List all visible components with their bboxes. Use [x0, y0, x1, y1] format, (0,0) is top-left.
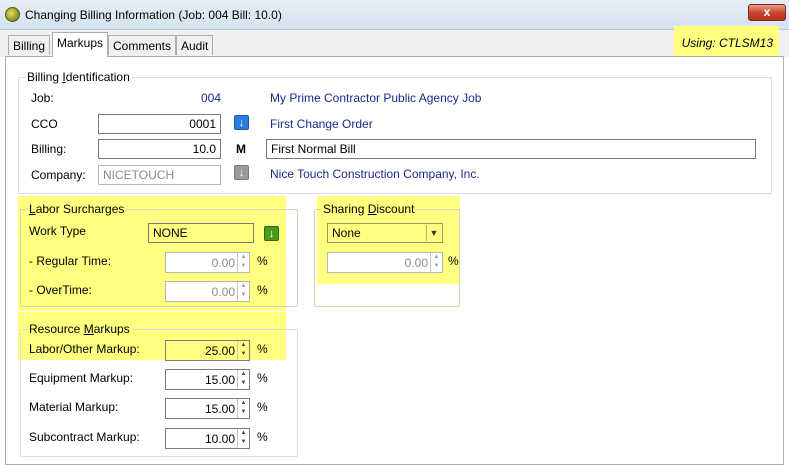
billing-label: Billing:	[31, 142, 67, 156]
material-markup-label: Material Markup:	[29, 400, 119, 414]
markups-panel: Billing Identification Job: 004 My Prime…	[5, 56, 784, 465]
spinner-arrows-icon: ▲ ▼	[430, 253, 442, 272]
subcontract-markup-spinner[interactable]: 10.00 ▲ ▼	[165, 428, 250, 449]
gray-down-arrow-icon: ↓	[234, 165, 249, 180]
spinner-arrows-icon[interactable]: ▲ ▼	[237, 399, 249, 418]
close-button[interactable]: x	[748, 4, 786, 21]
spinner-arrows-icon[interactable]: ▲ ▼	[237, 341, 249, 360]
company-label: Company:	[31, 168, 86, 182]
job-name: My Prime Contractor Public Agency Job	[270, 91, 482, 105]
equipment-markup-spinner[interactable]: 15.00 ▲ ▼	[165, 369, 250, 390]
equipment-markup-label: Equipment Markup:	[29, 371, 134, 385]
work-type-input[interactable]: NONE	[148, 223, 254, 243]
company-name: Nice Touch Construction Company, Inc.	[270, 167, 480, 181]
cco-name: First Change Order	[270, 117, 373, 131]
job-label: Job:	[31, 91, 54, 105]
work-type-label: Work Type	[29, 224, 86, 238]
labor-other-markup-percent: %	[257, 342, 268, 356]
cco-label: CCO	[31, 117, 58, 131]
subcontract-markup-percent: %	[257, 430, 268, 444]
tab-audit[interactable]: Audit	[176, 35, 214, 55]
equipment-markup-percent: %	[257, 371, 268, 385]
spinner-arrows-icon[interactable]: ▲ ▼	[237, 429, 249, 448]
spinner-arrows-icon: ▲ ▼	[237, 253, 249, 272]
green-down-arrow-icon[interactable]: ↓	[264, 226, 279, 241]
labor-surcharges-legend: Labor Surcharges	[27, 202, 127, 216]
spinner-arrows-icon: ▲ ▼	[237, 282, 249, 301]
labor-other-markup-spinner[interactable]: 25.00 ▲ ▼	[165, 340, 250, 361]
sharing-discount-percent: %	[448, 254, 459, 268]
cco-input[interactable]: 0001	[98, 114, 221, 134]
overtime-percent: %	[257, 283, 268, 297]
billing-input[interactable]: 10.0	[98, 139, 221, 159]
overtime-label: - OverTime:	[29, 283, 92, 297]
tab-bar: Billing Markups Comments Audit	[0, 30, 789, 57]
company-input: NICETOUCH	[98, 165, 221, 185]
window-title: Changing Billing Information (Job: 004 B…	[25, 8, 282, 22]
billing-identification-legend: Billing Identification	[25, 70, 132, 84]
app-icon	[5, 7, 20, 22]
material-markup-spinner[interactable]: 15.00 ▲ ▼	[165, 398, 250, 419]
billing-m-indicator: M	[236, 142, 246, 156]
tab-markups[interactable]: Markups	[52, 32, 109, 57]
job-value: 004	[201, 91, 222, 105]
tab-billing[interactable]: Billing	[8, 35, 51, 55]
chevron-down-icon[interactable]: ▼	[426, 225, 441, 241]
title-bar: Changing Billing Information (Job: 004 B…	[0, 0, 789, 30]
tab-comments[interactable]: Comments	[108, 35, 177, 55]
material-markup-percent: %	[257, 400, 268, 414]
sharing-discount-legend: Sharing Discount	[321, 202, 417, 216]
labor-other-markup-label: Labor/Other Markup:	[29, 342, 140, 356]
blue-down-arrow-icon[interactable]: ↓	[234, 115, 249, 130]
sharing-discount-select[interactable]: None ▼	[327, 223, 443, 243]
regular-time-label: - Regular Time:	[29, 254, 112, 268]
resource-markups-legend: Resource Markups	[27, 322, 132, 336]
sharing-discount-spinner: 0.00 ▲ ▼	[327, 252, 443, 273]
subcontract-markup-label: Subcontract Markup:	[29, 430, 140, 444]
regular-time-percent: %	[257, 254, 268, 268]
regular-time-spinner: 0.00 ▲ ▼	[165, 252, 250, 273]
overtime-spinner: 0.00 ▲ ▼	[165, 281, 250, 302]
spinner-arrows-icon[interactable]: ▲ ▼	[237, 370, 249, 389]
billing-description-input[interactable]: First Normal Bill	[266, 139, 756, 159]
